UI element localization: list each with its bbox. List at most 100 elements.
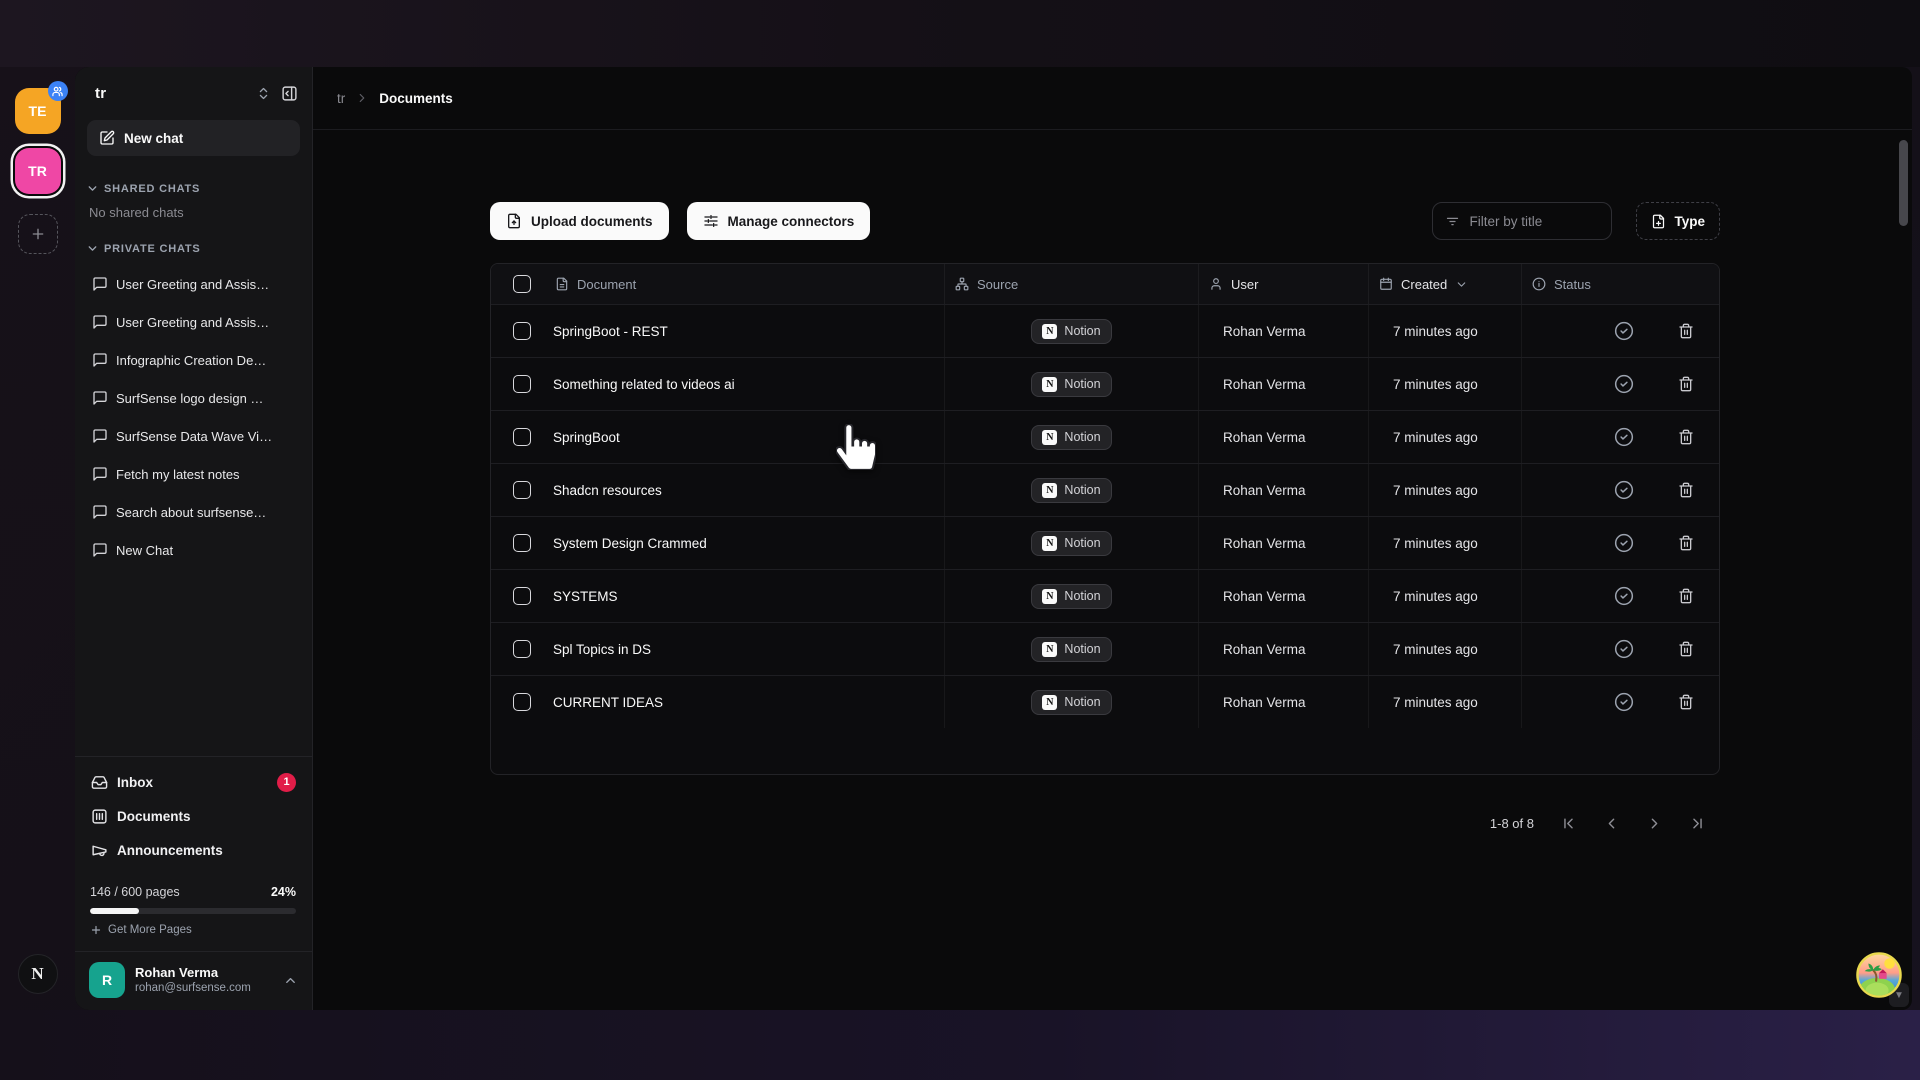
- delete-row-button[interactable]: [1678, 429, 1694, 445]
- chat-title: SurfSense logo design …: [116, 391, 263, 406]
- message-square-icon: [92, 314, 108, 330]
- row-checkbox[interactable]: [513, 375, 531, 393]
- window-chrome-top: [0, 0, 1920, 67]
- upload-documents-button[interactable]: Upload documents: [490, 202, 669, 240]
- filter-by-title-input[interactable]: [1469, 214, 1589, 229]
- notion-icon: N: [1042, 483, 1057, 498]
- table-row[interactable]: SYSTEMS N Notion Rohan Verma: [491, 569, 1719, 622]
- network-icon: [955, 277, 969, 291]
- documents-label: Documents: [117, 809, 191, 824]
- manage-connectors-button[interactable]: Manage connectors: [687, 202, 871, 240]
- source-badge: N Notion: [1031, 425, 1111, 450]
- table-row[interactable]: SpringBoot - REST N Notion Rohan Verma: [491, 304, 1719, 357]
- previous-page-button[interactable]: [1603, 815, 1620, 832]
- delete-row-button[interactable]: [1678, 694, 1694, 710]
- workspace-button-te[interactable]: TE: [15, 88, 61, 134]
- row-user-name: Rohan Verma: [1223, 536, 1306, 551]
- status-check-icon: [1614, 533, 1634, 553]
- table-row[interactable]: CURRENT IDEAS N Notion Rohan Verma: [491, 675, 1719, 728]
- table-row[interactable]: Spl Topics in DS N Notion Rohan Verma: [491, 622, 1719, 675]
- chat-list-item[interactable]: Search about surfsense…: [75, 493, 312, 531]
- last-page-button[interactable]: [1689, 815, 1706, 832]
- table-row[interactable]: System Design Crammed N Notion Rohan Ver…: [491, 516, 1719, 569]
- breadcrumb: tr Documents: [313, 67, 1912, 130]
- type-filter-button[interactable]: Type: [1636, 202, 1720, 240]
- row-checkbox[interactable]: [513, 428, 531, 446]
- message-square-icon: [92, 276, 108, 292]
- plus-icon: [90, 924, 102, 936]
- add-workspace-button[interactable]: [18, 214, 58, 254]
- user-icon: [1209, 277, 1223, 291]
- status-check-icon: [1614, 427, 1634, 447]
- table-row[interactable]: SpringBoot N Notion Rohan Verma: [491, 410, 1719, 463]
- pagination-range: 1-8 of 8: [1490, 816, 1534, 831]
- get-more-pages-button[interactable]: Get More Pages: [90, 924, 296, 936]
- notion-app-logo[interactable]: N: [18, 954, 58, 994]
- delete-row-button[interactable]: [1678, 376, 1694, 392]
- pages-usage-percent: 24%: [271, 885, 296, 899]
- chat-list-item[interactable]: New Chat: [75, 531, 312, 569]
- row-user-name: Rohan Verma: [1223, 430, 1306, 445]
- column-header-created-sort[interactable]: Created: [1368, 264, 1521, 304]
- delete-row-button[interactable]: [1678, 323, 1694, 339]
- table-row[interactable]: Something related to videos ai N Notion …: [491, 357, 1719, 410]
- breadcrumb-workspace[interactable]: tr: [337, 91, 345, 106]
- workspace-selector-button[interactable]: [256, 86, 271, 101]
- sidebar-item-announcements[interactable]: Announcements: [85, 833, 302, 867]
- message-square-icon: [92, 428, 108, 444]
- delete-row-button[interactable]: [1678, 641, 1694, 657]
- row-checkbox[interactable]: [513, 322, 531, 340]
- row-checkbox[interactable]: [513, 481, 531, 499]
- row-checkbox[interactable]: [513, 534, 531, 552]
- app-window: tr New chat SHARED CHATS No shared chats: [75, 67, 1912, 1010]
- select-all-checkbox[interactable]: [513, 275, 531, 293]
- sidebar-collapse-button[interactable]: [281, 85, 298, 102]
- row-checkbox[interactable]: [513, 640, 531, 658]
- scrollbar-thumb[interactable]: [1899, 140, 1908, 226]
- delete-row-button[interactable]: [1678, 535, 1694, 551]
- notion-icon: N: [1042, 430, 1057, 445]
- island-extension-button[interactable]: [1856, 952, 1902, 998]
- chevron-last-icon: [1689, 815, 1706, 832]
- table-footer-space: [491, 728, 1719, 774]
- status-check-icon: [1614, 321, 1634, 341]
- file-icon: [1651, 214, 1666, 229]
- chat-list-item[interactable]: SurfSense Data Wave Vi…: [75, 417, 312, 455]
- workspace-switcher[interactable]: tr: [75, 67, 312, 112]
- chevron-left-icon: [1603, 815, 1620, 832]
- delete-row-button[interactable]: [1678, 482, 1694, 498]
- next-page-button[interactable]: [1646, 815, 1663, 832]
- user-profile-menu[interactable]: R Rohan Verma rohan@surfsense.com: [75, 951, 312, 1010]
- chat-list-item[interactable]: Infographic Creation De…: [75, 341, 312, 379]
- sliders-icon: [703, 213, 719, 229]
- logo-letter: N: [31, 964, 43, 984]
- row-checkbox[interactable]: [513, 587, 531, 605]
- chat-list-item[interactable]: Fetch my latest notes: [75, 455, 312, 493]
- usage-progress-track: [90, 908, 296, 914]
- documents-table: Document Source User Created: [490, 263, 1720, 775]
- new-chat-button[interactable]: New chat: [87, 120, 300, 156]
- first-page-button[interactable]: [1560, 815, 1577, 832]
- status-check-icon: [1614, 586, 1634, 606]
- shared-chats-section-toggle[interactable]: SHARED CHATS: [75, 162, 312, 201]
- chat-list-item[interactable]: User Greeting and Assis…: [75, 265, 312, 303]
- notion-icon: N: [1042, 324, 1057, 339]
- table-row[interactable]: Shadcn resources N Notion Rohan Verma: [491, 463, 1719, 516]
- documents-icon: [91, 808, 108, 825]
- compose-icon: [99, 130, 115, 146]
- sidebar-item-documents[interactable]: Documents: [85, 799, 302, 833]
- chat-list-item[interactable]: SurfSense logo design …: [75, 379, 312, 417]
- chat-list-item[interactable]: User Greeting and Assis…: [75, 303, 312, 341]
- delete-row-button[interactable]: [1678, 588, 1694, 604]
- source-name: Notion: [1064, 377, 1100, 391]
- inbox-label: Inbox: [117, 775, 153, 790]
- private-chats-section-toggle[interactable]: PRIVATE CHATS: [75, 222, 312, 261]
- upload-documents-label: Upload documents: [531, 214, 653, 229]
- trash-icon: [1678, 482, 1694, 498]
- sidebar-item-inbox[interactable]: Inbox 1: [85, 765, 302, 799]
- workspace-button-tr[interactable]: TR: [15, 148, 61, 194]
- private-chats-label: PRIVATE CHATS: [104, 243, 201, 255]
- row-checkbox[interactable]: [513, 693, 531, 711]
- chat-title: New Chat: [116, 543, 173, 558]
- column-header-status: Status: [1554, 277, 1591, 292]
